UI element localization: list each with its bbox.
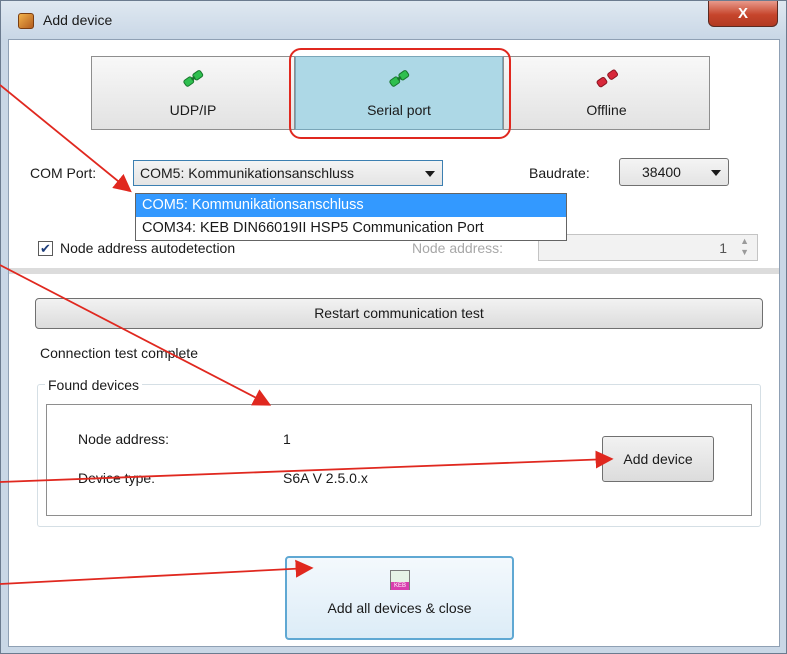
baudrate-value: 38400 [642,164,681,180]
add-all-devices-label: Add all devices & close [327,600,472,616]
node-address-field[interactable]: 1 ▲ ▼ [538,234,758,261]
device-node-address-label: Node address: [78,431,170,447]
found-devices-legend: Found devices [45,377,143,393]
window-title: Add device [43,12,113,28]
close-button[interactable]: X [708,1,778,27]
keb-device-icon: KEB [390,570,410,590]
add-all-devices-button[interactable]: KEB Add all devices & close [285,556,514,640]
device-node-address-value: 1 [283,431,291,447]
dropdown-option-com34[interactable]: COM34: KEB DIN66019II HSP5 Communication… [136,217,566,240]
device-type-label: Device type: [78,470,156,486]
tab-offline[interactable]: Offline [503,56,710,130]
red-plug-icon [596,69,618,88]
baudrate-label: Baudrate: [529,165,590,181]
spinner-arrows-icon[interactable]: ▲ ▼ [740,236,749,258]
autodetect-label: Node address autodetection [60,240,236,256]
dropdown-option-com5[interactable]: COM5: Kommunikationsanschluss [136,194,566,217]
app-icon [18,13,34,29]
device-entry: Node address: 1 Device type: S6A V 2.5.0… [46,404,752,516]
device-type-value: S6A V 2.5.0.x [283,470,368,486]
title-bar[interactable]: Add device X [1,1,786,39]
add-device-button[interactable]: Add device [602,436,714,482]
restart-test-button[interactable]: Restart communication test [35,298,763,329]
tab-udp-ip[interactable]: UDP/IP [91,56,295,130]
keb-icon-text: KEB [391,582,409,590]
green-plug-icon [183,70,204,87]
node-address-value: 1 [719,240,727,256]
checkmark-icon: ✔ [40,241,51,256]
annotation-highlight-frame [289,48,511,139]
tab-offline-label: Offline [586,102,627,118]
separator [9,268,779,274]
baudrate-select[interactable]: 38400 [619,158,729,186]
autodetect-checkbox[interactable]: ✔ [38,241,53,256]
dialog-window: Add device X UDP/IP Serial port Offline … [0,0,787,654]
com-port-value: COM5: Kommunikationsanschluss [140,165,354,181]
com-port-dropdown-list: COM5: Kommunikationsanschluss COM34: KEB… [135,193,567,241]
node-address-label: Node address: [412,240,504,256]
tab-udp-ip-label: UDP/IP [169,102,217,118]
chevron-down-icon [425,171,435,177]
dialog-body: UDP/IP Serial port Offline COM Port: COM… [8,39,780,647]
com-port-select[interactable]: COM5: Kommunikationsanschluss [133,160,443,186]
chevron-down-icon [711,170,721,176]
com-port-label: COM Port: [30,165,97,181]
status-text: Connection test complete [40,345,198,361]
